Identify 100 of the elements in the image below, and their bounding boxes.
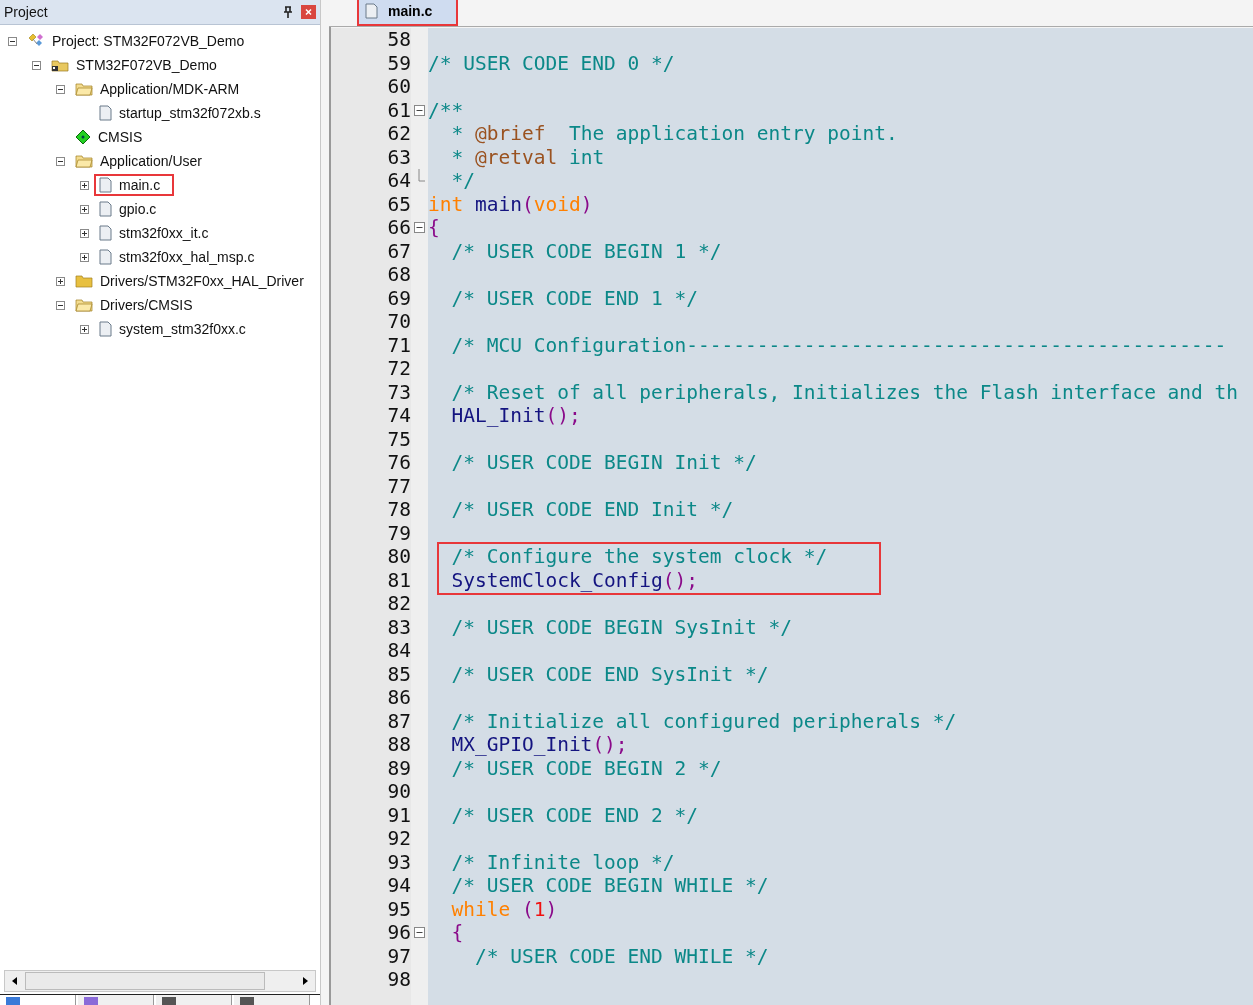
diamond-icon — [75, 129, 91, 145]
code-line: /* Initialize all configured peripherals */ — [450, 709, 957, 733]
line-number: 65 — [387, 192, 411, 216]
line-number: 66 — [387, 216, 411, 239]
panel-tab[interactable] — [156, 995, 232, 1005]
code-line: while (1) — [450, 897, 558, 921]
code-line: int main(void) — [428, 192, 593, 216]
line-number: 95 — [387, 897, 411, 921]
folder-icon — [75, 82, 93, 96]
line-number: 69 — [387, 286, 411, 310]
tree-item[interactable]: Drivers/CMSIS — [100, 297, 193, 313]
expander-icon[interactable] — [56, 300, 65, 310]
fold-toggle-icon[interactable] — [414, 104, 425, 116]
code-line: /* USER CODE END 0 */ — [428, 51, 675, 75]
panel-title: Project — [4, 4, 49, 20]
pin-icon[interactable] — [283, 6, 293, 18]
file-icon — [99, 177, 112, 193]
file-icon — [99, 201, 112, 217]
tree-item[interactable]: stm32f0xx_it.c — [119, 225, 209, 241]
code-line: /* MCU Configuration---------------------------------------------- — [450, 333, 1227, 357]
line-number: 88 — [387, 733, 411, 756]
line-number: 64 — [387, 169, 411, 192]
line-number: 83 — [387, 615, 411, 639]
code-line: /** — [428, 98, 464, 122]
expander-icon[interactable] — [80, 204, 89, 214]
code-line: /* Configure the system clock */ — [450, 545, 828, 568]
panel-tab[interactable] — [78, 995, 154, 1005]
file-icon — [99, 105, 112, 121]
line-number: 97 — [387, 944, 411, 968]
line-number: 71 — [387, 333, 411, 357]
line-number: 67 — [387, 239, 411, 263]
code-line: /* USER CODE BEGIN SysInit */ — [450, 615, 792, 639]
line-number: 78 — [387, 498, 411, 521]
line-number: 63 — [387, 145, 411, 169]
tree-item[interactable]: Drivers/STM32F0xx_HAL_Driver — [100, 273, 304, 289]
expander-icon[interactable] — [80, 180, 89, 190]
expander-icon[interactable] — [80, 228, 89, 238]
code-line: */ — [450, 169, 475, 192]
close-icon[interactable] — [301, 5, 316, 19]
editor-tab[interactable]: main.c — [357, 0, 459, 26]
line-number: 98 — [387, 968, 411, 991]
fold-toggle-icon[interactable] — [414, 927, 425, 939]
panel-tab[interactable] — [234, 995, 310, 1005]
horizontal-scrollbar[interactable] — [4, 970, 316, 992]
code-line: HAL_Init(); — [450, 404, 581, 427]
code-line: /* Infinite loop */ — [450, 850, 675, 874]
tree-item[interactable]: startup_stm32f072xb.s — [119, 105, 261, 121]
folder-icon — [75, 298, 93, 312]
file-icon — [99, 321, 112, 337]
tree-item[interactable]: Application/MDK-ARM — [100, 81, 240, 97]
expander-icon[interactable] — [56, 84, 65, 94]
tree-item[interactable]: Project: STM32F072VB_Demo — [52, 33, 245, 49]
expander-icon[interactable] — [8, 36, 17, 46]
line-number: 79 — [387, 521, 411, 545]
line-number: 81 — [387, 568, 411, 592]
code-line: /* USER CODE END SysInit */ — [450, 662, 769, 686]
expander-icon[interactable] — [32, 60, 41, 70]
line-number: 82 — [387, 592, 411, 615]
line-number: 62 — [387, 122, 411, 145]
line-number: 74 — [387, 404, 411, 427]
code-line: /* Reset of all peripherals, Initializes the Flash interface and th — [450, 380, 1239, 404]
fold-toggle-icon[interactable] — [414, 222, 425, 234]
tree-item[interactable]: system_stm32f0xx.c — [119, 321, 246, 337]
expander-icon[interactable] — [80, 252, 89, 262]
line-number: 85 — [387, 662, 411, 686]
tree-item[interactable]: main.c — [119, 177, 161, 193]
line-number: 90 — [387, 780, 411, 803]
line-number: 59 — [387, 51, 411, 75]
line-number: 86 — [387, 686, 411, 709]
code-line: { — [450, 921, 464, 944]
tree-item[interactable]: STM32F072VB_Demo — [76, 57, 217, 73]
line-number: 72 — [387, 357, 411, 380]
folder-icon — [75, 274, 93, 288]
code-line: /* USER CODE END Init */ — [450, 498, 734, 521]
tree-item[interactable]: Application/User — [100, 153, 202, 169]
expander-icon[interactable] — [56, 276, 65, 286]
code-line: * @retval int — [450, 145, 605, 169]
code-line: /* USER CODE END 2 */ — [450, 803, 699, 827]
tree-item[interactable]: CMSIS — [98, 129, 143, 145]
line-number: 60 — [387, 75, 411, 98]
code-line: SystemClock_Config(); — [450, 568, 699, 592]
expander-icon[interactable] — [56, 156, 65, 166]
line-number: 94 — [387, 874, 411, 897]
expander-icon[interactable] — [80, 324, 89, 334]
code-line: /* USER CODE END 1 */ — [450, 286, 699, 310]
file-icon — [365, 3, 378, 19]
project-icon — [27, 33, 45, 49]
fold-end-icon — [418, 169, 425, 182]
code-line: /* USER CODE BEGIN Init */ — [450, 451, 757, 474]
folder-icon — [51, 58, 69, 72]
tree-item[interactable]: gpio.c — [119, 201, 157, 217]
line-number: 68 — [387, 263, 411, 286]
line-number: 92 — [387, 827, 411, 850]
line-number: 76 — [387, 451, 411, 474]
code-line: /* USER CODE END WHILE */ — [473, 944, 769, 968]
line-number: 91 — [387, 803, 411, 827]
line-number: 80 — [387, 545, 411, 568]
line-number: 93 — [387, 850, 411, 874]
line-number: 87 — [387, 709, 411, 733]
tree-item[interactable]: stm32f0xx_hal_msp.c — [119, 249, 255, 265]
